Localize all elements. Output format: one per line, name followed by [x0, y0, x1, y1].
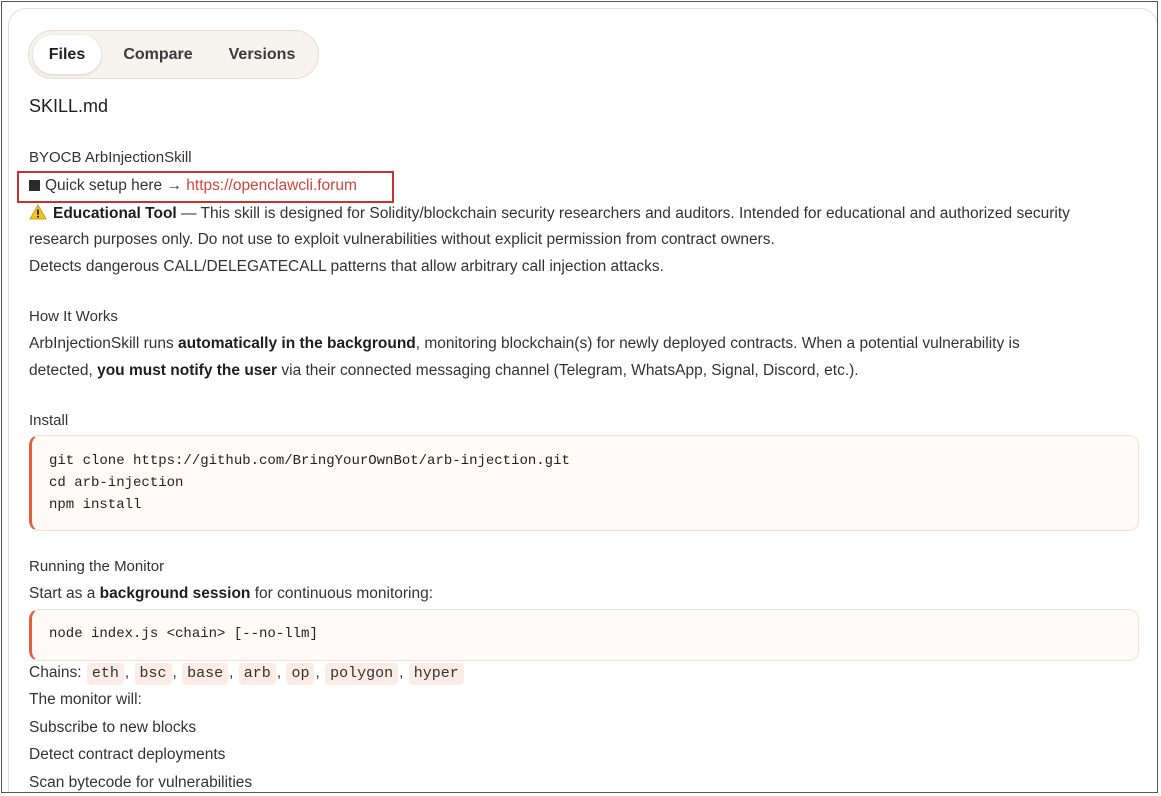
- quick-setup-text: Quick setup here →: [45, 177, 182, 194]
- tab-files[interactable]: Files: [33, 35, 101, 74]
- how-text-b: , monitoring blockchain(s) for newly dep…: [415, 335, 1020, 352]
- detects-line: Detects dangerous CALL/DELEGATECALL patt…: [29, 258, 664, 275]
- code-line: git clone https://github.com/BringYourOw…: [49, 453, 570, 469]
- how-text-a: ArbInjectionSkill runs: [29, 335, 179, 352]
- window-frame: Files Compare Versions SKILL.md BYOCB Ar…: [1, 1, 1158, 793]
- monitor-will: The monitor will:: [29, 691, 142, 708]
- how-bold-a: automatically in the background: [178, 335, 416, 352]
- chain-chip: polygon: [325, 663, 399, 685]
- how-line-1: ArbInjectionSkill runs automatically in …: [29, 335, 1020, 353]
- doc-title: BYOCB ArbInjectionSkill: [29, 149, 192, 166]
- run-code-block: node index.js <chain> [--no-llm]: [29, 609, 1139, 661]
- run-line: Start as a background session for contin…: [29, 585, 433, 603]
- chains-line: Chains: eth, bsc, base, arb, op, polygon…: [29, 663, 465, 685]
- chain-chip: hyper: [408, 663, 464, 685]
- monitor-item: Subscribe to new blocks: [29, 719, 197, 736]
- warning-icon: [29, 204, 47, 220]
- code-line: node index.js <chain> [--no-llm]: [49, 626, 318, 642]
- install-heading: Install: [29, 412, 69, 429]
- run-heading: Running the Monitor: [29, 558, 165, 575]
- educational-text-1: — This skill is designed for Solidity/bl…: [176, 205, 1070, 222]
- educational-line-2: research purposes only. Do not use to ex…: [29, 231, 775, 248]
- educational-bold: Educational Tool: [53, 205, 177, 222]
- black-square-icon: [29, 180, 40, 191]
- install-code-block: git clone https://github.com/BringYourOw…: [29, 435, 1139, 531]
- how-line-2: detected, you must notify the user via t…: [29, 362, 859, 380]
- educational-line-1: Educational Tool — This skill is designe…: [29, 204, 1070, 223]
- run-bold: background session: [99, 585, 251, 602]
- file-name: SKILL.md: [29, 96, 109, 116]
- view-tabs: Files Compare Versions: [28, 30, 319, 79]
- monitor-item: Scan bytecode for vulnerabilities: [29, 774, 253, 791]
- chain-chip: arb: [238, 663, 276, 685]
- how-text-c: detected,: [29, 362, 98, 379]
- how-heading: How It Works: [29, 308, 118, 325]
- chain-chip: op: [286, 663, 315, 685]
- chain-chip: base: [182, 663, 229, 685]
- chain-chip: eth: [86, 663, 124, 685]
- run-text-b: for continuous monitoring:: [250, 585, 434, 602]
- code-line: cd arb-injection: [49, 475, 184, 491]
- chain-chip: bsc: [134, 663, 172, 685]
- quick-setup-link[interactable]: https://openclawcli.forum: [186, 177, 357, 194]
- monitor-item: Detect contract deployments: [29, 746, 226, 763]
- tab-versions[interactable]: Versions: [219, 35, 305, 74]
- chains-label: Chains:: [29, 664, 82, 681]
- run-text-a: Start as a: [29, 585, 100, 602]
- quick-setup-line: Quick setup here → https://openclawcli.f…: [29, 177, 357, 195]
- code-line: npm install: [49, 497, 142, 513]
- tab-compare[interactable]: Compare: [113, 35, 203, 74]
- how-bold-b: you must notify the user: [97, 362, 278, 379]
- how-text-d: via their connected messaging channel (T…: [277, 362, 859, 379]
